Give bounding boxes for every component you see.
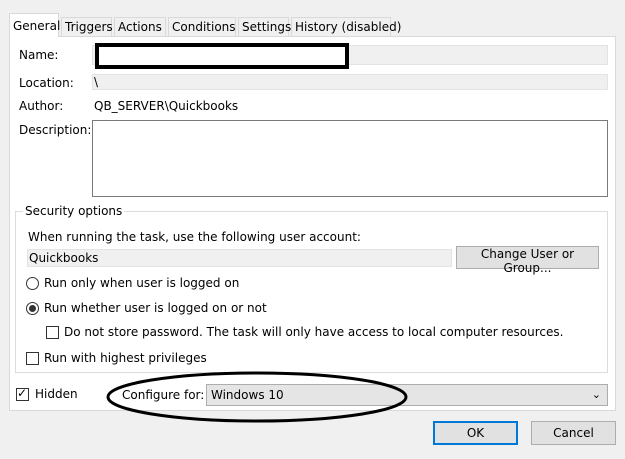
radio-logged-on-label: Run only when user is logged on <box>44 276 240 290</box>
ok-button[interactable]: OK <box>433 421 518 445</box>
tab-actions[interactable]: Actions <box>114 17 166 36</box>
general-panel: Name: Location: \ Author: QB_SERVER\Quic… <box>9 36 616 423</box>
account-prompt: When running the task, use the following… <box>28 230 361 244</box>
chevron-down-icon: ⌄ <box>591 388 601 401</box>
checkbox-hidden[interactable] <box>16 386 29 401</box>
radio-whether-logged-on[interactable] <box>26 302 39 315</box>
author-value: QB_SERVER\Quickbooks <box>94 99 239 113</box>
location-value: \ <box>94 75 99 89</box>
checkbox-no-store-password-label: Do not store password. The task will onl… <box>64 325 564 339</box>
checkbox-highest-privileges-label: Run with highest privileges <box>44 351 207 365</box>
hidden-label: Hidden <box>35 387 78 401</box>
security-options-legend: Security options <box>23 204 125 218</box>
checkbox-no-store-password[interactable] <box>46 326 59 339</box>
location-field: \ <box>92 74 608 90</box>
location-label: Location: <box>19 76 74 90</box>
description-textarea[interactable] <box>92 120 608 197</box>
tab-triggers[interactable]: Triggers <box>61 17 113 36</box>
radio-logged-on[interactable] <box>26 277 39 290</box>
radio-whether-logged-on-label: Run whether user is logged on or not <box>44 301 267 315</box>
account-field: Quickbooks <box>27 249 452 267</box>
tab-general[interactable]: General <box>9 13 60 37</box>
tab-conditions[interactable]: Conditions <box>168 17 236 36</box>
author-label: Author: <box>19 99 64 113</box>
tab-settings[interactable]: Settings <box>238 17 291 36</box>
change-user-button[interactable]: Change User or Group... <box>456 246 599 275</box>
tab-history[interactable]: History (disabled) <box>291 17 401 36</box>
annotation-ellipse <box>106 371 408 423</box>
name-label: Name: <box>19 48 59 62</box>
description-label: Description: <box>19 123 92 137</box>
cancel-button[interactable]: Cancel <box>531 421 616 445</box>
checkbox-highest-privileges[interactable] <box>26 352 39 365</box>
redaction-box <box>95 43 349 69</box>
account-value: Quickbooks <box>29 251 99 265</box>
